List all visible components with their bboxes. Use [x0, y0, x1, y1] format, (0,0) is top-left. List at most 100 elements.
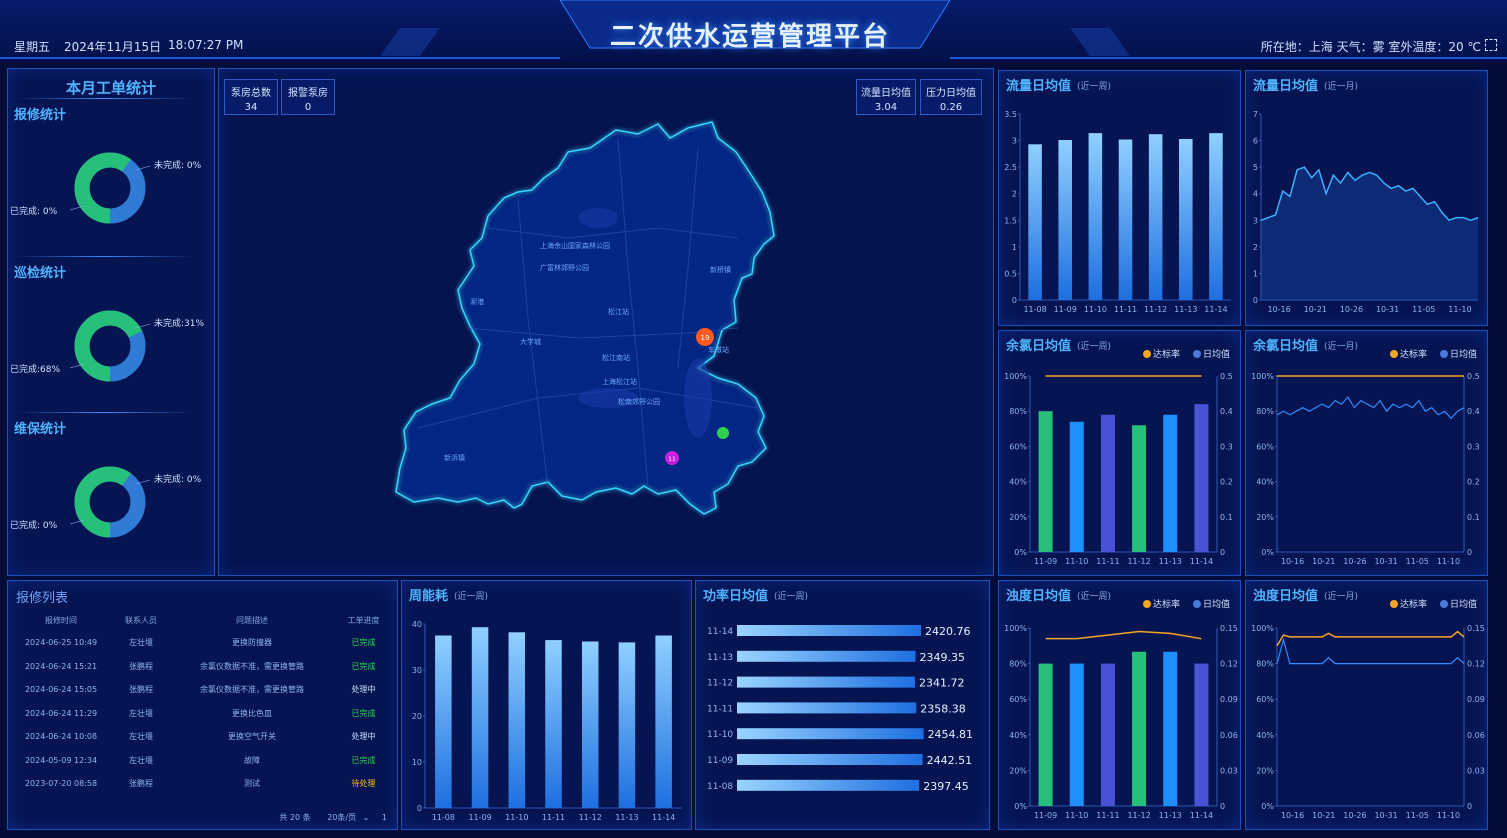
y-tick-label: 4	[1253, 190, 1258, 199]
bar	[1058, 140, 1072, 300]
y-right-tick-label: 0	[1467, 548, 1472, 557]
map-label: 松江站	[608, 307, 629, 316]
y-right-tick-label: 0	[1220, 802, 1225, 811]
rate-line	[1276, 630, 1465, 647]
y-right-tick-label: 0.2	[1220, 478, 1233, 487]
cell-description: 余氯仪数据不准，需更换管路	[200, 685, 304, 695]
pagination-total: 共 20 条	[279, 813, 311, 822]
col-header[interactable]: 工单进度	[332, 609, 395, 631]
col-header[interactable]: 报修时间	[12, 609, 110, 631]
y-right-tick-label: 0.1	[1220, 513, 1233, 522]
pump-marker-purple[interactable]: 11	[665, 451, 679, 465]
workorder-donut-chart: 未完成: 0% 已完成: 0%	[10, 152, 202, 224]
x-tick-label: 10-21	[1304, 305, 1327, 314]
y-tick-label: 20%	[1009, 513, 1027, 522]
bar	[1132, 425, 1147, 552]
y-tick-label: 100%	[1251, 372, 1274, 381]
cell-contact: 张鹏程	[129, 685, 153, 695]
cell-time: 2024-06-24 11:29	[24, 708, 98, 718]
x-tick-label: 10-31	[1374, 811, 1397, 820]
x-tick-label: 11-10	[1448, 305, 1471, 314]
header-location-weather: 所在地：上海 天气：雾 室外温度：20 ℃	[1260, 40, 1481, 54]
chart-title: 浊度日均值	[1253, 588, 1318, 604]
x-tick-label: 11-09	[1034, 557, 1057, 566]
y-tick-label: 80%	[1256, 660, 1274, 669]
chart-subtitle: (近一月)	[1324, 80, 1358, 92]
bar-category-label: 11-10	[707, 730, 733, 740]
table-row[interactable]: 2024-06-24 15:21 张鹏程 余氯仪数据不准，需更换管路 已完成	[12, 655, 395, 679]
pagination-page-size[interactable]: 20条/页	[327, 813, 356, 822]
section-divider	[14, 256, 194, 257]
workorder-section-title: 维保统计	[14, 422, 67, 437]
y-tick-label: 30	[412, 666, 422, 675]
x-tick-label: 11-10	[1065, 811, 1088, 820]
daily-line	[1276, 396, 1465, 420]
map-label: 上海佘山国家森林公园	[540, 241, 610, 250]
map-label: 新桥镇	[710, 265, 731, 274]
pump-marker-orange[interactable]: 19	[696, 328, 714, 346]
bar	[1179, 138, 1193, 300]
col-header[interactable]: 联系人员	[110, 609, 172, 631]
y-right-tick-label: 0.2	[1467, 478, 1480, 487]
chart-subtitle: (近一周)	[774, 590, 808, 602]
y-right-tick-label: 0.5	[1220, 372, 1233, 381]
table-row[interactable]: 2024-06-24 11:29 左壮堰 更换比色皿 已完成	[12, 702, 395, 726]
x-tick-label: 11-05	[1406, 811, 1429, 820]
bar-value-label: 2420.76	[925, 625, 971, 638]
district-map[interactable]: 上海佘山国家森林公园 广富林郊野公园 新桥镇 松江站 大学城 松江南站 上海松江…	[218, 68, 994, 576]
y-right-tick-label: 0.03	[1467, 766, 1485, 775]
donut-unfinished-label: 未完成: 0%	[154, 159, 202, 171]
chevron-down-icon[interactable]: ⌄	[363, 813, 370, 822]
col-header[interactable]: 问题描述	[172, 609, 332, 631]
donut-unfinished-label: 未完成:31%	[154, 317, 204, 329]
y-right-tick-label: 0.5	[1467, 372, 1480, 381]
pump-marker-purple-label: 11	[668, 456, 676, 463]
cell-contact: 左壮堰	[129, 755, 153, 765]
legend-dot-daily	[1440, 350, 1448, 358]
bar-category-label: 11-14	[707, 627, 733, 637]
y-tick-label: 20%	[1256, 513, 1274, 522]
table-row[interactable]: 2024-05-09 12:34 左壮堰 故障 已完成	[12, 749, 395, 773]
legend-dot-daily	[1440, 600, 1448, 608]
map-label: 新浜镇	[444, 453, 465, 462]
header-time: 18:07:27 PM	[168, 38, 244, 52]
chart-title: 流量日均值	[1006, 78, 1071, 94]
bar	[1069, 663, 1084, 806]
y-tick-label: 1	[1253, 269, 1258, 278]
legend-dot-daily	[1193, 350, 1201, 358]
table-row[interactable]: 2023-07-20 08:58 张鹏程 测试 待处理	[12, 772, 395, 796]
bar	[435, 635, 452, 808]
pagination-page[interactable]: 1	[382, 813, 387, 822]
x-tick-label: 11-08	[1023, 305, 1046, 314]
x-tick-label: 11-12	[1144, 305, 1167, 314]
map-label: 松南郊野公园	[618, 397, 660, 406]
chart-title: 浊度日均值	[1006, 588, 1071, 604]
y-right-tick-label: 0	[1467, 802, 1472, 811]
fullscreen-icon[interactable]	[1485, 39, 1497, 51]
bar	[1038, 663, 1053, 806]
x-tick-label: 11-08	[432, 813, 455, 822]
cell-status: 已完成	[351, 708, 376, 718]
x-tick-label: 11-10	[505, 813, 528, 822]
y-tick-label: 20%	[1256, 766, 1274, 775]
bar-value-label: 2341.72	[919, 677, 965, 690]
flow-week-chart: 流量日均值 (近一周) 0 0.5 1 1.5 2 2.5 3 3.5 11-08 11-09 11-1…	[1004, 78, 1231, 314]
repair-list-panel: 报修列表 报修时间 联系人员 问题描述 工单进度 2024-06-25 10:4…	[7, 580, 398, 830]
legend-daily: 日均值	[1203, 348, 1230, 360]
pump-marker-green[interactable]	[717, 427, 729, 439]
x-tick-label: 10-31	[1376, 305, 1399, 314]
x-tick-label: 11-09	[1054, 305, 1077, 314]
y-tick-label: 2	[1012, 190, 1017, 199]
cell-status: 已完成	[351, 638, 376, 648]
section-divider	[14, 412, 194, 413]
y-tick-label: 80%	[1009, 660, 1027, 669]
y-tick-label: 0%	[1014, 548, 1027, 557]
table-row[interactable]: 2024-06-24 10:08 左壮堰 更换空气开关 处理中	[12, 725, 395, 749]
page-title: 二次供水运营管理平台	[609, 22, 890, 52]
chart-title: 周能耗	[409, 588, 448, 604]
legend-dot-rate	[1390, 600, 1398, 608]
table-row[interactable]: 2024-06-24 15:05 张鹏程 余氯仪数据不准，需更换管路 处理中	[12, 678, 395, 702]
legend-daily: 日均值	[1450, 348, 1477, 360]
table-row[interactable]: 2024-06-25 10:49 左壮堰 更换防撞器 已完成	[12, 631, 395, 655]
legend-rate: 达标率	[1400, 598, 1427, 610]
